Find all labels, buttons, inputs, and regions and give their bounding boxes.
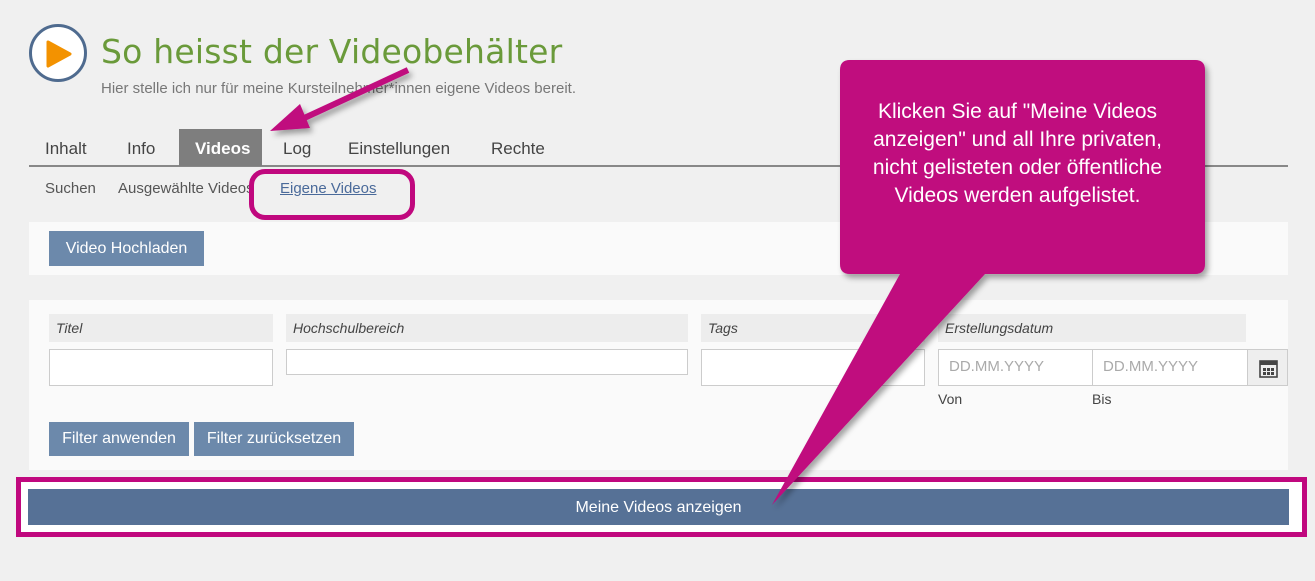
annotation-overlay	[270, 60, 1205, 505]
arrow-icon	[270, 67, 410, 131]
callout-text: Klicken Sie auf "Meine Videos anzeigen" …	[872, 100, 1163, 207]
